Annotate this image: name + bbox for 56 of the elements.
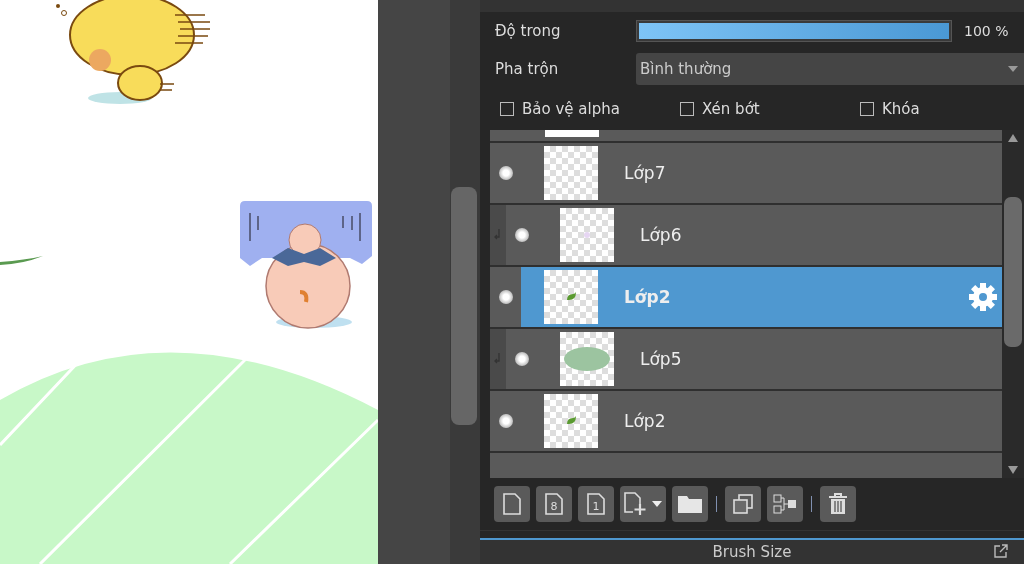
opacity-value: 100 % [964,23,1009,39]
new-layer-button[interactable] [494,486,530,522]
new-layer-button[interactable]: 8 [536,486,572,522]
document-icon [503,493,521,515]
option-checkbox[interactable]: Bảo vệ alpha [500,100,680,118]
scrollbar-thumb[interactable] [451,187,477,425]
opacity-label: Độ trong [495,22,562,40]
layer-thumbnail [544,146,598,200]
layer-name: Lớp2 [624,287,672,307]
visibility-toggle[interactable] [498,290,513,304]
duplicate-button[interactable] [725,486,761,522]
scroll-up-icon[interactable] [1008,134,1018,142]
layer-name: Lớp5 [640,349,683,369]
document-icon: 8 [545,493,563,515]
visibility-toggle[interactable] [498,414,513,428]
visibility-toggle[interactable] [514,228,529,242]
layer-thumbnail [545,130,599,137]
new-layer-button[interactable]: 1 [578,486,614,522]
layer-row[interactable]: Lớp2 [490,391,1002,453]
caret-icon [652,501,662,507]
checkbox[interactable] [500,102,514,116]
checkbox[interactable] [680,102,694,116]
settings-icon[interactable] [968,282,998,312]
trash-icon [828,493,848,515]
document-icon: 1 [587,493,605,515]
duplicate-icon [733,494,753,514]
layer-row[interactable]: Lớp7 [490,143,1002,205]
blend-mode-dropdown[interactable]: Bình thường [636,53,1024,85]
popout-icon[interactable] [994,544,1008,558]
scroll-down-icon[interactable] [1008,466,1018,474]
folder-icon [678,495,702,513]
option-checkbox[interactable]: Khóa [860,100,920,118]
layer-row[interactable]: Lớp6 [490,205,1002,267]
add-document-icon [624,492,648,516]
leaf-icon [565,292,577,302]
blob-icon [564,346,610,372]
layer-name: Lớp7 [624,163,667,183]
merge-button[interactable] [767,486,803,522]
leaf-icon [565,416,577,426]
option-checkbox[interactable]: Xén bớt [680,100,860,118]
grass-blade-drawing [0,256,43,265]
merge-icon [773,494,797,514]
checkbox[interactable] [860,102,874,116]
caret-icon [1008,66,1018,72]
panel-title: Brush Size [712,543,792,561]
delete-button[interactable] [820,486,856,522]
speck-icon [583,231,591,239]
visibility-toggle[interactable] [514,352,529,366]
layer-name: Lớp2 [624,411,667,431]
add-layer-button[interactable] [620,486,666,522]
scrollbar-thumb[interactable] [1004,197,1022,347]
layer-name: Lớp6 [640,225,683,245]
blend-mode-label: Pha trộn [495,60,560,78]
folder-button[interactable] [672,486,708,522]
visibility-toggle[interactable] [498,166,513,180]
layer-row[interactable]: Lớp5 [490,329,1002,391]
